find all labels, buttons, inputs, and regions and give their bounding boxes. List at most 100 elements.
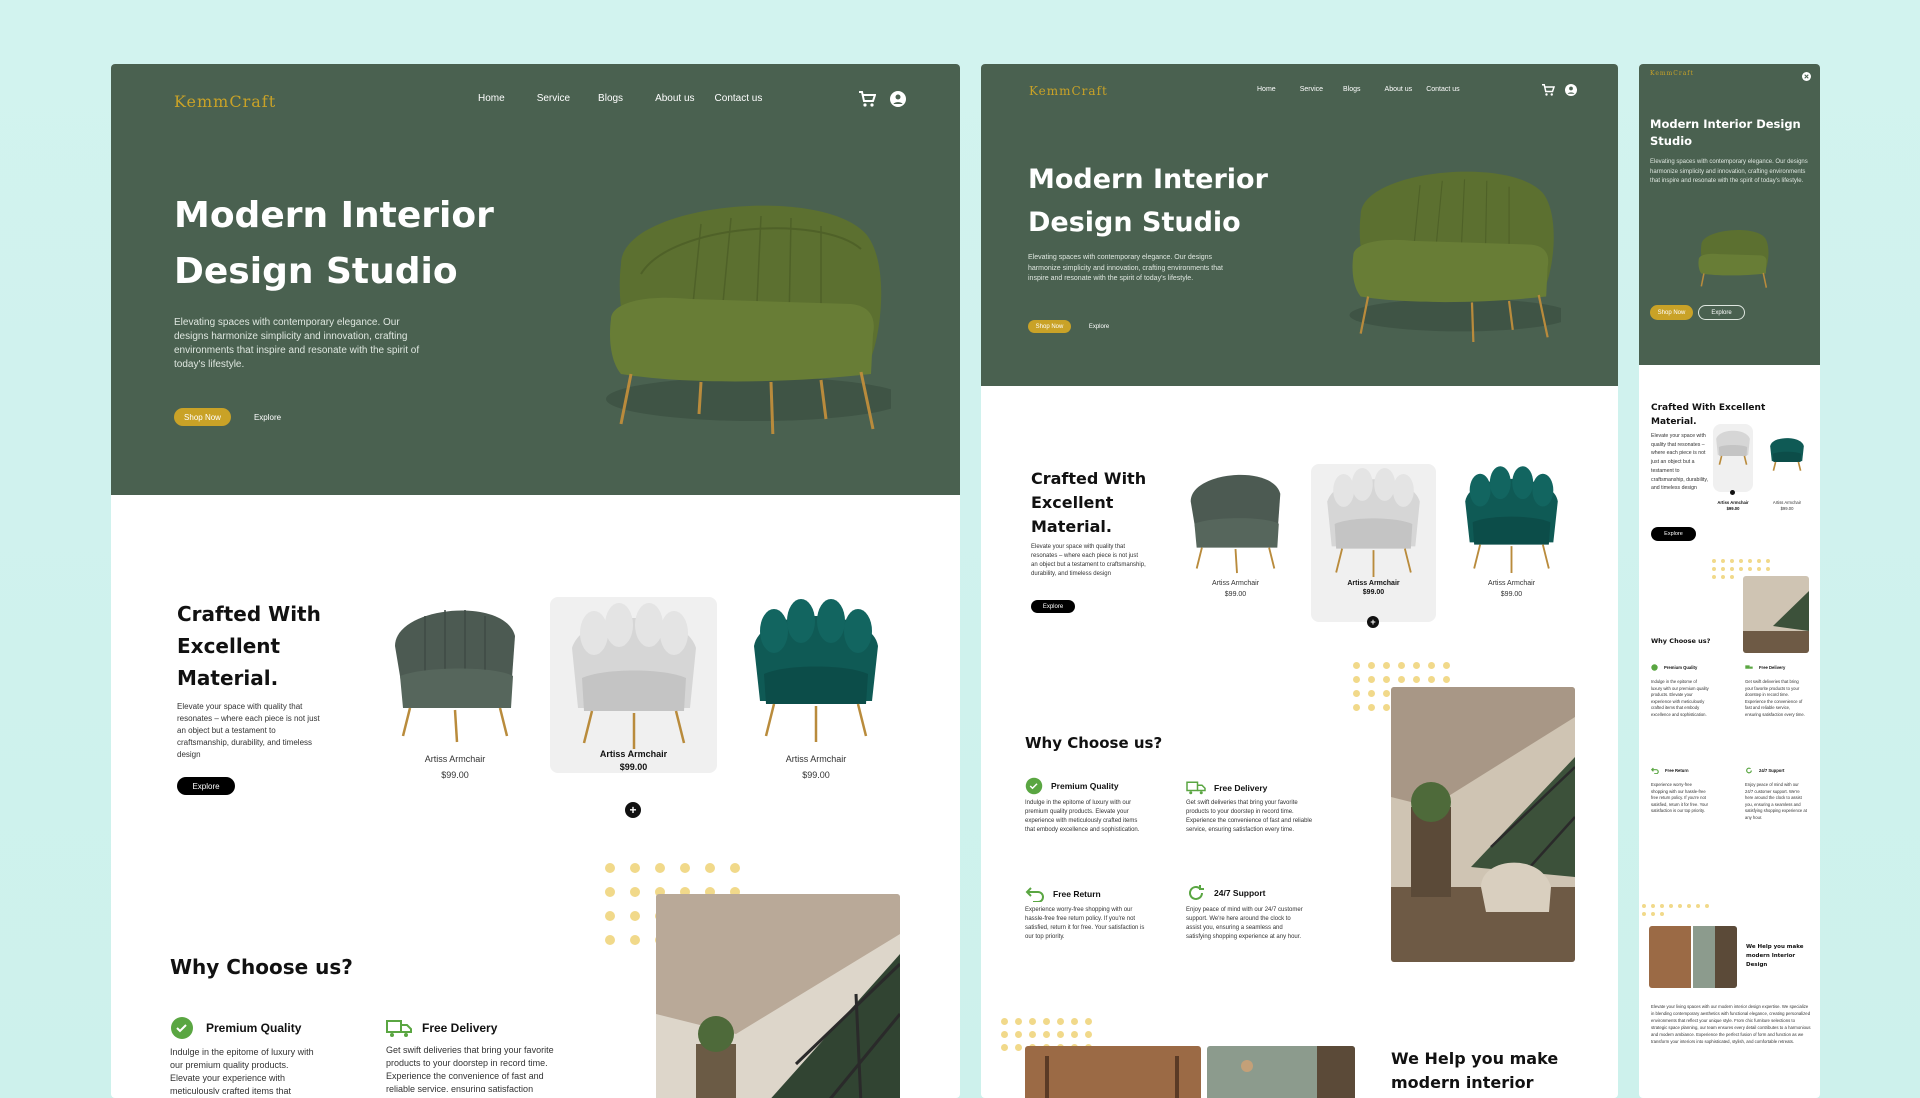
feature-text: Get swift deliveries that bring your fav… (386, 1045, 554, 1092)
return-icon (1025, 887, 1044, 902)
feature-free-return: Free Return Experience worry-free shoppi… (1025, 886, 1145, 942)
product-card-selected[interactable] (1713, 424, 1753, 492)
interior-photo (656, 894, 900, 1098)
product-card-selected[interactable]: Artiss Armchair $99.00 (1311, 464, 1436, 622)
nav-about[interactable]: About us (655, 93, 694, 104)
badge-check-icon (171, 1017, 193, 1039)
nav-blogs[interactable]: Blogs (598, 93, 623, 104)
hero-section: KemmCraft Modern Interior Design Studio … (1639, 64, 1820, 365)
shop-now-button[interactable]: Shop Now (174, 408, 231, 426)
interior-photo (1391, 687, 1575, 962)
feature-title: Free Return (1053, 889, 1101, 899)
products-title: Crafted With Excellent Material. (1651, 403, 1766, 427)
product-price: $99.00 (441, 770, 469, 780)
main-nav: Home Service Blogs About us Contact us (1257, 86, 1460, 93)
sofa-image (606, 205, 891, 434)
product-card[interactable] (1767, 432, 1807, 492)
badge-check-icon (1651, 664, 1658, 671)
shop-now-button[interactable]: Shop Now (1650, 305, 1693, 320)
explore-button[interactable]: Explore (241, 408, 294, 426)
help-title-line2: modern interior (1391, 1073, 1534, 1092)
feature-title: 24/7 Support (1759, 768, 1785, 773)
add-to-cart-button[interactable]: + (625, 802, 641, 818)
feature-premium-quality: Premium Quality Indulge in the epitome o… (170, 1016, 320, 1094)
nav-service[interactable]: Service (1300, 86, 1323, 93)
why-title: Why Choose us? (1651, 637, 1711, 645)
cart-icon[interactable] (1541, 84, 1555, 96)
product-card[interactable]: Artiss Armchair $99.00 (1449, 464, 1574, 614)
cart-icon[interactable] (858, 91, 876, 107)
nav-about[interactable]: About us (1385, 86, 1413, 93)
hero-title: Modern Interior Design Studio (1650, 117, 1801, 148)
hero-title: Modern Interior Design Studio (174, 188, 494, 300)
product-card-selected[interactable]: Artiss Armchair $99.00 (550, 597, 717, 773)
feature-free-return: Free Return Experience worry-free shoppi… (1651, 767, 1709, 815)
feature-text: Indulge in the epitome of luxury with ou… (1025, 800, 1140, 833)
feature-free-delivery: Free Delivery Get swift deliveries that … (1186, 780, 1316, 835)
nav-home[interactable]: Home (1257, 86, 1276, 93)
product-card[interactable]: Artiss Armchair $99.00 (1173, 464, 1298, 614)
products-explore-button[interactable]: Explore (1651, 527, 1696, 541)
nav-contact[interactable]: Contact us (1426, 86, 1459, 93)
products-explore-button[interactable]: Explore (177, 777, 235, 795)
return-icon (1651, 767, 1659, 774)
hero-description: Elevating spaces with contemporary elega… (1028, 254, 1223, 282)
product-price: $99.00 (802, 770, 830, 780)
logo[interactable]: KemmCraft (1029, 84, 1108, 98)
products-title-line2: Excellent (1031, 493, 1114, 512)
feature-text: Enjoy peace of mind with our 24/7 custom… (1186, 907, 1303, 940)
products-title: Crafted With Excellent Material. (177, 598, 321, 694)
hero-section: KemmCraft Home Service Blogs About us Co… (111, 64, 960, 495)
product-name: Artiss Armchair (1347, 580, 1400, 587)
shop-now-button[interactable]: Shop Now (1028, 320, 1071, 333)
nav-home[interactable]: Home (478, 93, 505, 104)
feature-title: Premium Quality (1664, 665, 1698, 670)
product-card[interactable]: Artiss Armchair $99.00 (731, 596, 901, 796)
feature-title: Free Delivery (422, 1021, 498, 1035)
feature-text: Indulge in the epitome of luxury with ou… (1651, 679, 1709, 717)
help-title-line1: We Help you make (1391, 1049, 1559, 1068)
help-text: Elevate your living spaces with our mode… (1651, 1004, 1811, 1044)
feature-text: Indulge in the epitome of luxury with ou… (170, 1047, 314, 1094)
feature-text: Get swift deliveries that bring your fav… (1186, 800, 1313, 833)
user-icon[interactable] (1565, 84, 1577, 96)
nav-service[interactable]: Service (537, 93, 570, 104)
header-icons (858, 91, 906, 107)
add-to-cart-button[interactable] (1730, 490, 1735, 495)
main-nav: Home Service Blogs About us Contact us (478, 93, 762, 104)
why-title: Why Choose us? (170, 955, 353, 979)
feature-free-delivery: Free Delivery Get swift deliveries that … (1745, 664, 1807, 719)
nav-contact[interactable]: Contact us (715, 93, 763, 104)
close-icon[interactable] (1802, 72, 1811, 81)
product-card[interactable]: Artiss Armchair $99.00 (370, 596, 540, 796)
hero-title-line1: Modern Interior (1028, 164, 1268, 195)
support-icon (1189, 885, 1204, 900)
hero-section: KemmCraft Home Service Blogs About us Co… (981, 64, 1618, 386)
product-name: Artiss Armchair (1211, 580, 1260, 587)
armchair-image (1770, 438, 1804, 471)
feature-text: Get swift deliveries that bring your fav… (1745, 679, 1805, 717)
feature-title: Premium Quality (206, 1021, 302, 1035)
feature-title: Premium Quality (1051, 781, 1119, 791)
user-icon[interactable] (890, 91, 906, 107)
logo[interactable]: KemmCraft (174, 92, 276, 111)
products-title-line1: Crafted With (1031, 469, 1147, 488)
hero-buttons: Shop Now Explore (1650, 305, 1745, 320)
armchair-image (1465, 466, 1558, 574)
products-explore-button[interactable]: Explore (1031, 600, 1075, 613)
help-title: We Help you make modern interior (1391, 1047, 1558, 1095)
desktop-frame-medium: KemmCraft Home Service Blogs About us Co… (981, 64, 1618, 1098)
armchair-image (571, 603, 696, 749)
explore-button[interactable]: Explore (1079, 320, 1119, 333)
help-photo-2 (1207, 1046, 1355, 1098)
feature-text: Enjoy peace of mind with our 24/7 custom… (1745, 782, 1807, 820)
product-price: $99.00 (1780, 506, 1794, 511)
explore-button[interactable]: Explore (1698, 305, 1745, 320)
logo[interactable]: KemmCraft (1650, 70, 1694, 77)
add-to-cart-button[interactable]: + (1367, 616, 1379, 628)
feature-support: 24/7 Support Enjoy peace of mind with ou… (1745, 767, 1807, 822)
feature-premium-quality: Premium Quality Indulge in the epitome o… (1651, 664, 1709, 719)
products-title-line1: Crafted With (177, 602, 321, 626)
product-name: Artiss Armchair (1717, 500, 1749, 505)
nav-blogs[interactable]: Blogs (1343, 86, 1361, 93)
